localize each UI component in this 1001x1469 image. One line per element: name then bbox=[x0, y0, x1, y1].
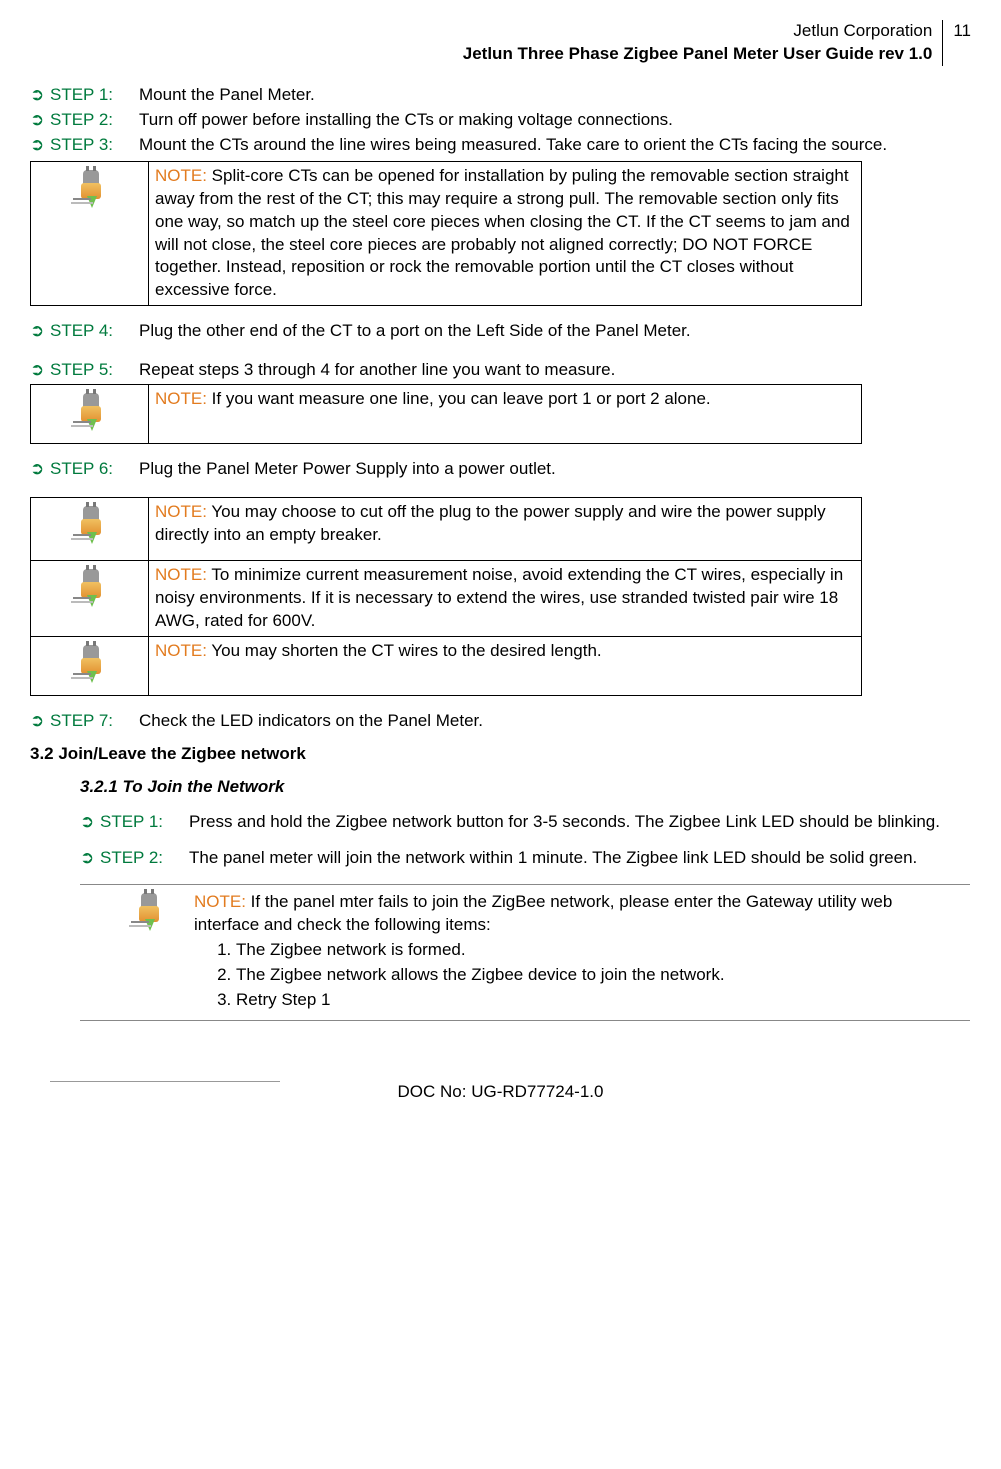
note-icon-cell bbox=[31, 498, 149, 561]
step-text: Check the LED indicators on the Panel Me… bbox=[135, 710, 971, 733]
note-box-1: NOTE: Split-core CTs can be opened for i… bbox=[30, 161, 862, 307]
footer-divider bbox=[50, 1081, 280, 1082]
steps-group-a: ➲ STEP 1: Mount the Panel Meter. ➲ STEP … bbox=[30, 84, 971, 157]
note-label: NOTE: bbox=[155, 565, 207, 584]
doc-number: DOC No: UG-RD77724-1.0 bbox=[398, 1082, 604, 1101]
note-icon-cell bbox=[31, 560, 149, 636]
note-content: NOTE: You may shorten the CT wires to th… bbox=[149, 636, 862, 695]
page-footer: DOC No: UG-RD77724-1.0 bbox=[30, 1081, 971, 1104]
arrow-right-icon: ➲ bbox=[30, 109, 50, 132]
step-row: ➲ STEP 2: The panel meter will join the … bbox=[80, 847, 971, 870]
note-icon-cell bbox=[31, 161, 149, 306]
arrow-right-icon: ➲ bbox=[30, 458, 50, 481]
note-label: NOTE: bbox=[155, 389, 207, 408]
step-label: STEP 4: bbox=[50, 320, 135, 343]
step-label: STEP 1: bbox=[50, 84, 135, 107]
step-label: STEP 5: bbox=[50, 359, 135, 382]
section-heading: 3.2 Join/Leave the Zigbee network bbox=[30, 743, 971, 766]
note-icon-cell bbox=[31, 636, 149, 695]
step-text: Mount the Panel Meter. bbox=[135, 84, 971, 107]
step-row: ➲ STEP 5: Repeat steps 3 through 4 for a… bbox=[30, 359, 971, 382]
note-text: You may shorten the CT wires to the desi… bbox=[207, 641, 602, 660]
note-label: NOTE: bbox=[155, 502, 207, 521]
note-intro: If the panel mter fails to join the ZigB… bbox=[194, 892, 892, 934]
note-content: NOTE: To minimize current measurement no… bbox=[149, 560, 862, 636]
step-label: STEP 2: bbox=[100, 847, 185, 870]
step-text: Plug the Panel Meter Power Supply into a… bbox=[135, 458, 971, 481]
step-label: STEP 2: bbox=[50, 109, 135, 132]
arrow-right-icon: ➲ bbox=[30, 710, 50, 733]
bottom-note-box: NOTE: If the panel mter fails to join th… bbox=[80, 884, 970, 1021]
step-row: ➲ STEP 1: Press and hold the Zigbee netw… bbox=[80, 811, 971, 834]
step-text: Mount the CTs around the line wires bein… bbox=[135, 134, 971, 157]
note-text: Split-core CTs can be opened for install… bbox=[155, 166, 850, 300]
step-text: Repeat steps 3 through 4 for another lin… bbox=[135, 359, 971, 382]
arrow-right-icon: ➲ bbox=[30, 320, 50, 343]
arrow-right-icon: ➲ bbox=[30, 134, 50, 157]
step-text: Plug the other end of the CT to a port o… bbox=[135, 320, 971, 343]
note-icon-cell bbox=[31, 385, 149, 444]
step-label: STEP 7: bbox=[50, 710, 135, 733]
step-label: STEP 1: bbox=[100, 811, 185, 834]
note-label: NOTE: bbox=[155, 166, 207, 185]
note-label: NOTE: bbox=[155, 641, 207, 660]
step-row: ➲ STEP 7: Check the LED indicators on th… bbox=[30, 710, 971, 733]
step-label: STEP 6: bbox=[50, 458, 135, 481]
power-plug-icon bbox=[69, 391, 111, 433]
note-icon-cell bbox=[80, 885, 190, 1021]
arrow-right-icon: ➲ bbox=[80, 847, 100, 870]
step-row: ➲ STEP 1: Mount the Panel Meter. bbox=[30, 84, 971, 107]
step-text: Turn off power before installing the CTs… bbox=[135, 109, 971, 132]
list-item: Retry Step 1 bbox=[236, 989, 960, 1012]
arrow-right-icon: ➲ bbox=[30, 84, 50, 107]
numbered-list: The Zigbee network is formed. The Zigbee… bbox=[194, 939, 960, 1012]
note-box-2: NOTE: If you want measure one line, you … bbox=[30, 384, 862, 444]
page-number: 11 bbox=[953, 20, 971, 43]
step-label: STEP 3: bbox=[50, 134, 135, 157]
arrow-right-icon: ➲ bbox=[80, 811, 100, 834]
note-label: NOTE: bbox=[194, 892, 246, 911]
step-text: Press and hold the Zigbee network button… bbox=[185, 811, 971, 834]
note-text: If you want measure one line, you can le… bbox=[207, 389, 711, 408]
arrow-right-icon: ➲ bbox=[30, 359, 50, 382]
join-steps: ➲ STEP 1: Press and hold the Zigbee netw… bbox=[30, 811, 971, 871]
step-row: ➲ STEP 6: Plug the Panel Meter Power Sup… bbox=[30, 458, 971, 481]
subsection-heading: 3.2.1 To Join the Network bbox=[80, 776, 971, 799]
note-content: NOTE: Split-core CTs can be opened for i… bbox=[149, 161, 862, 306]
page-header: Jetlun Corporation Jetlun Three Phase Zi… bbox=[30, 20, 971, 66]
note-box-group: NOTE: You may choose to cut off the plug… bbox=[30, 497, 862, 696]
document-title: Jetlun Three Phase Zigbee Panel Meter Us… bbox=[463, 43, 933, 66]
note-content: NOTE: You may choose to cut off the plug… bbox=[149, 498, 862, 561]
list-item: The Zigbee network allows the Zigbee dev… bbox=[236, 964, 960, 987]
power-plug-icon bbox=[69, 168, 111, 210]
power-plug-icon bbox=[127, 891, 169, 933]
note-content: NOTE: If you want measure one line, you … bbox=[149, 385, 862, 444]
list-item: The Zigbee network is formed. bbox=[236, 939, 960, 962]
step-row: ➲ STEP 2: Turn off power before installi… bbox=[30, 109, 971, 132]
step-text: The panel meter will join the network wi… bbox=[185, 847, 971, 870]
power-plug-icon bbox=[69, 504, 111, 546]
note-text: To minimize current measurement noise, a… bbox=[155, 565, 843, 630]
step-row: ➲ STEP 4: Plug the other end of the CT t… bbox=[30, 320, 971, 343]
note-content: NOTE: If the panel mter fails to join th… bbox=[190, 885, 970, 1021]
company-name: Jetlun Corporation bbox=[463, 20, 933, 43]
note-text: You may choose to cut off the plug to th… bbox=[155, 502, 826, 544]
power-plug-icon bbox=[69, 643, 111, 685]
step-row: ➲ STEP 3: Mount the CTs around the line … bbox=[30, 134, 971, 157]
power-plug-icon bbox=[69, 567, 111, 609]
